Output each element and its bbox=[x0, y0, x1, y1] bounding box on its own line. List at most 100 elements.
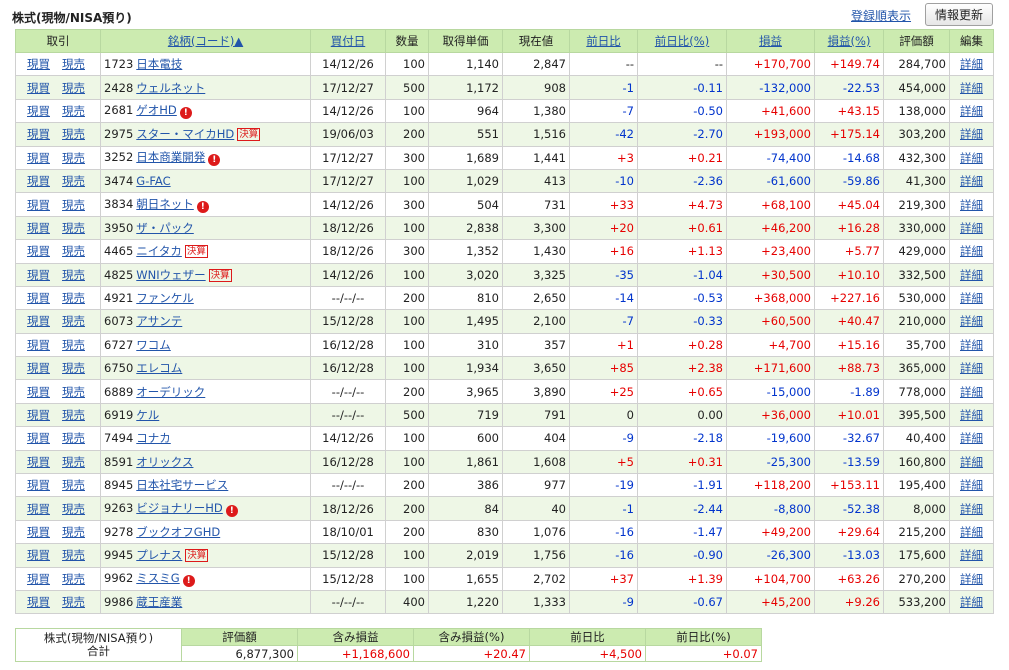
detail-link[interactable]: 詳細 bbox=[960, 57, 983, 71]
buy-link[interactable]: 現買 bbox=[27, 385, 50, 399]
detail-link[interactable]: 詳細 bbox=[960, 502, 983, 516]
sell-link[interactable]: 現売 bbox=[62, 361, 85, 375]
detail-link[interactable]: 詳細 bbox=[960, 385, 983, 399]
earnings-badge[interactable]: 決算 bbox=[185, 549, 209, 563]
buy-link[interactable]: 現買 bbox=[27, 548, 50, 562]
sell-link[interactable]: 現売 bbox=[62, 291, 85, 305]
sell-link[interactable]: 現売 bbox=[62, 502, 85, 516]
sell-link[interactable]: 現売 bbox=[62, 221, 85, 235]
detail-link[interactable]: 詳細 bbox=[960, 314, 983, 328]
detail-link[interactable]: 詳細 bbox=[960, 572, 983, 586]
col-pl-sort[interactable]: 損益 bbox=[726, 29, 815, 53]
detail-link[interactable]: 詳細 bbox=[960, 455, 983, 469]
stock-name-link[interactable]: ザ・パック bbox=[136, 221, 194, 235]
stock-name-link[interactable]: ウェルネット bbox=[136, 81, 205, 95]
sell-link[interactable]: 現売 bbox=[62, 104, 85, 118]
stock-name-link[interactable]: ゲオHD bbox=[136, 103, 177, 117]
stock-name-link[interactable]: オリックス bbox=[136, 455, 193, 469]
stock-name-link[interactable]: ビジョナリーHD bbox=[136, 501, 223, 515]
sell-link[interactable]: 現売 bbox=[62, 408, 85, 422]
buy-link[interactable]: 現買 bbox=[27, 174, 50, 188]
sell-link[interactable]: 現売 bbox=[62, 81, 85, 95]
stock-name-link[interactable]: ファンケル bbox=[136, 291, 194, 305]
sell-link[interactable]: 現売 bbox=[62, 127, 85, 141]
sell-link[interactable]: 現売 bbox=[62, 595, 85, 609]
buy-link[interactable]: 現買 bbox=[27, 595, 50, 609]
detail-link[interactable]: 詳細 bbox=[960, 127, 983, 141]
stock-name-link[interactable]: 日本電技 bbox=[136, 57, 182, 71]
col-name-sort[interactable]: 銘柄(コード)▲ bbox=[100, 29, 311, 53]
detail-link[interactable]: 詳細 bbox=[960, 244, 983, 258]
earnings-badge[interactable]: 決算 bbox=[184, 245, 208, 259]
sell-link[interactable]: 現売 bbox=[62, 525, 85, 539]
col-pl-pct-sort[interactable]: 損益(%) bbox=[814, 29, 884, 53]
stock-name-link[interactable]: オーデリック bbox=[136, 385, 205, 399]
sell-link[interactable]: 現売 bbox=[62, 314, 85, 328]
sell-link[interactable]: 現売 bbox=[62, 268, 85, 282]
buy-link[interactable]: 現買 bbox=[27, 478, 50, 492]
detail-link[interactable]: 詳細 bbox=[960, 81, 983, 95]
buy-link[interactable]: 現買 bbox=[27, 198, 50, 212]
alert-icon[interactable]: ! bbox=[208, 154, 221, 167]
col-buy-date-sort[interactable]: 買付日 bbox=[310, 29, 386, 53]
stock-name-link[interactable]: アサンテ bbox=[136, 314, 182, 328]
stock-name-link[interactable]: 日本社宅サービス bbox=[136, 478, 228, 492]
detail-link[interactable]: 詳細 bbox=[960, 478, 983, 492]
stock-name-link[interactable]: ミスミG bbox=[136, 571, 179, 585]
buy-link[interactable]: 現買 bbox=[27, 431, 50, 445]
detail-link[interactable]: 詳細 bbox=[960, 104, 983, 118]
detail-link[interactable]: 詳細 bbox=[960, 338, 983, 352]
buy-link[interactable]: 現買 bbox=[27, 502, 50, 516]
stock-name-link[interactable]: WNIウェザー bbox=[136, 268, 205, 282]
detail-link[interactable]: 詳細 bbox=[960, 595, 983, 609]
buy-link[interactable]: 現買 bbox=[27, 104, 50, 118]
stock-name-link[interactable]: 日本商業開発 bbox=[136, 150, 205, 164]
alert-icon[interactable]: ! bbox=[182, 575, 195, 588]
sell-link[interactable]: 現売 bbox=[62, 198, 85, 212]
detail-link[interactable]: 詳細 bbox=[960, 548, 983, 562]
alert-icon[interactable]: ! bbox=[225, 505, 238, 518]
sell-link[interactable]: 現売 bbox=[62, 338, 85, 352]
sell-link[interactable]: 現売 bbox=[62, 455, 85, 469]
sell-link[interactable]: 現売 bbox=[62, 151, 85, 165]
detail-link[interactable]: 詳細 bbox=[960, 408, 983, 422]
sell-link[interactable]: 現売 bbox=[62, 478, 85, 492]
buy-link[interactable]: 現買 bbox=[27, 572, 50, 586]
stock-name-link[interactable]: ニイタカ bbox=[136, 244, 182, 258]
detail-link[interactable]: 詳細 bbox=[960, 431, 983, 445]
detail-link[interactable]: 詳細 bbox=[960, 361, 983, 375]
buy-link[interactable]: 現買 bbox=[27, 244, 50, 258]
stock-name-link[interactable]: コナカ bbox=[136, 431, 171, 445]
detail-link[interactable]: 詳細 bbox=[960, 151, 983, 165]
buy-link[interactable]: 現買 bbox=[27, 151, 50, 165]
buy-link[interactable]: 現買 bbox=[27, 408, 50, 422]
earnings-badge[interactable]: 決算 bbox=[237, 128, 261, 142]
sell-link[interactable]: 現売 bbox=[62, 431, 85, 445]
sell-link[interactable]: 現売 bbox=[62, 244, 85, 258]
sell-link[interactable]: 現売 bbox=[62, 174, 85, 188]
stock-name-link[interactable]: ワコム bbox=[136, 338, 171, 352]
detail-link[interactable]: 詳細 bbox=[960, 221, 983, 235]
sort-by-registration-link[interactable]: 登録順表示 bbox=[851, 7, 911, 24]
buy-link[interactable]: 現買 bbox=[27, 291, 50, 305]
buy-link[interactable]: 現買 bbox=[27, 221, 50, 235]
refresh-button[interactable]: 情報更新 bbox=[925, 3, 993, 26]
sell-link[interactable]: 現売 bbox=[62, 548, 85, 562]
alert-icon[interactable]: ! bbox=[196, 201, 209, 214]
buy-link[interactable]: 現買 bbox=[27, 268, 50, 282]
buy-link[interactable]: 現買 bbox=[27, 361, 50, 375]
stock-name-link[interactable]: ケル bbox=[136, 408, 159, 422]
stock-name-link[interactable]: G-FAC bbox=[136, 174, 170, 188]
stock-name-link[interactable]: 蔵王産業 bbox=[136, 595, 182, 609]
detail-link[interactable]: 詳細 bbox=[960, 174, 983, 188]
stock-name-link[interactable]: プレナス bbox=[136, 548, 182, 562]
sell-link[interactable]: 現売 bbox=[62, 57, 85, 71]
buy-link[interactable]: 現買 bbox=[27, 314, 50, 328]
earnings-badge[interactable]: 決算 bbox=[208, 268, 232, 282]
detail-link[interactable]: 詳細 bbox=[960, 291, 983, 305]
detail-link[interactable]: 詳細 bbox=[960, 525, 983, 539]
stock-name-link[interactable]: エレコム bbox=[136, 361, 182, 375]
buy-link[interactable]: 現買 bbox=[27, 57, 50, 71]
stock-name-link[interactable]: 朝日ネット bbox=[136, 197, 194, 211]
buy-link[interactable]: 現買 bbox=[27, 338, 50, 352]
